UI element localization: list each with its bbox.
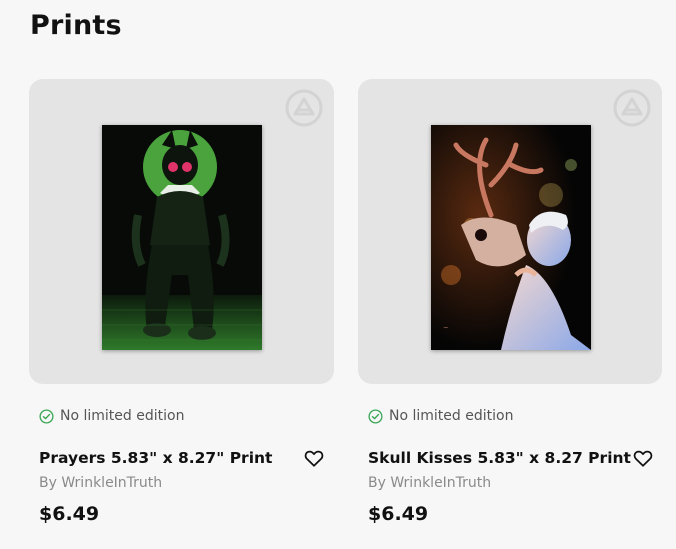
author-link[interactable]: By WrinkleInTruth	[39, 475, 162, 491]
section-title: Prints	[30, 10, 122, 41]
edition-status: No limited edition	[368, 408, 513, 424]
svg-text:~: ~	[443, 324, 449, 332]
product-title[interactable]: Prayers 5.83" x 8.27" Print	[39, 449, 272, 467]
price: $6.49	[39, 503, 100, 525]
author-link[interactable]: By WrinkleInTruth	[368, 475, 491, 491]
product-artwork	[102, 125, 262, 350]
check-circle-icon	[368, 408, 383, 424]
product-title[interactable]: Skull Kisses 5.83" x 8.27 Print	[368, 449, 631, 467]
edition-status: No limited edition	[39, 408, 184, 424]
product-artwork: ~	[431, 125, 591, 350]
brand-badge-icon	[613, 89, 651, 127]
brand-badge-icon	[285, 89, 323, 127]
heart-icon[interactable]	[632, 447, 654, 469]
product-thumbnail[interactable]	[29, 79, 334, 384]
product-thumbnail[interactable]: ~	[358, 79, 662, 384]
product-card[interactable]: No limited edition Prayers 5.83" x 8.27"…	[29, 79, 334, 525]
product-card[interactable]: ~ No limited edition Skull Kisses 5.83" …	[358, 79, 662, 525]
heart-icon[interactable]	[303, 447, 325, 469]
price: $6.49	[368, 503, 429, 525]
edition-label: No limited edition	[389, 408, 514, 424]
edition-label: No limited edition	[60, 408, 185, 424]
check-circle-icon	[39, 408, 54, 424]
